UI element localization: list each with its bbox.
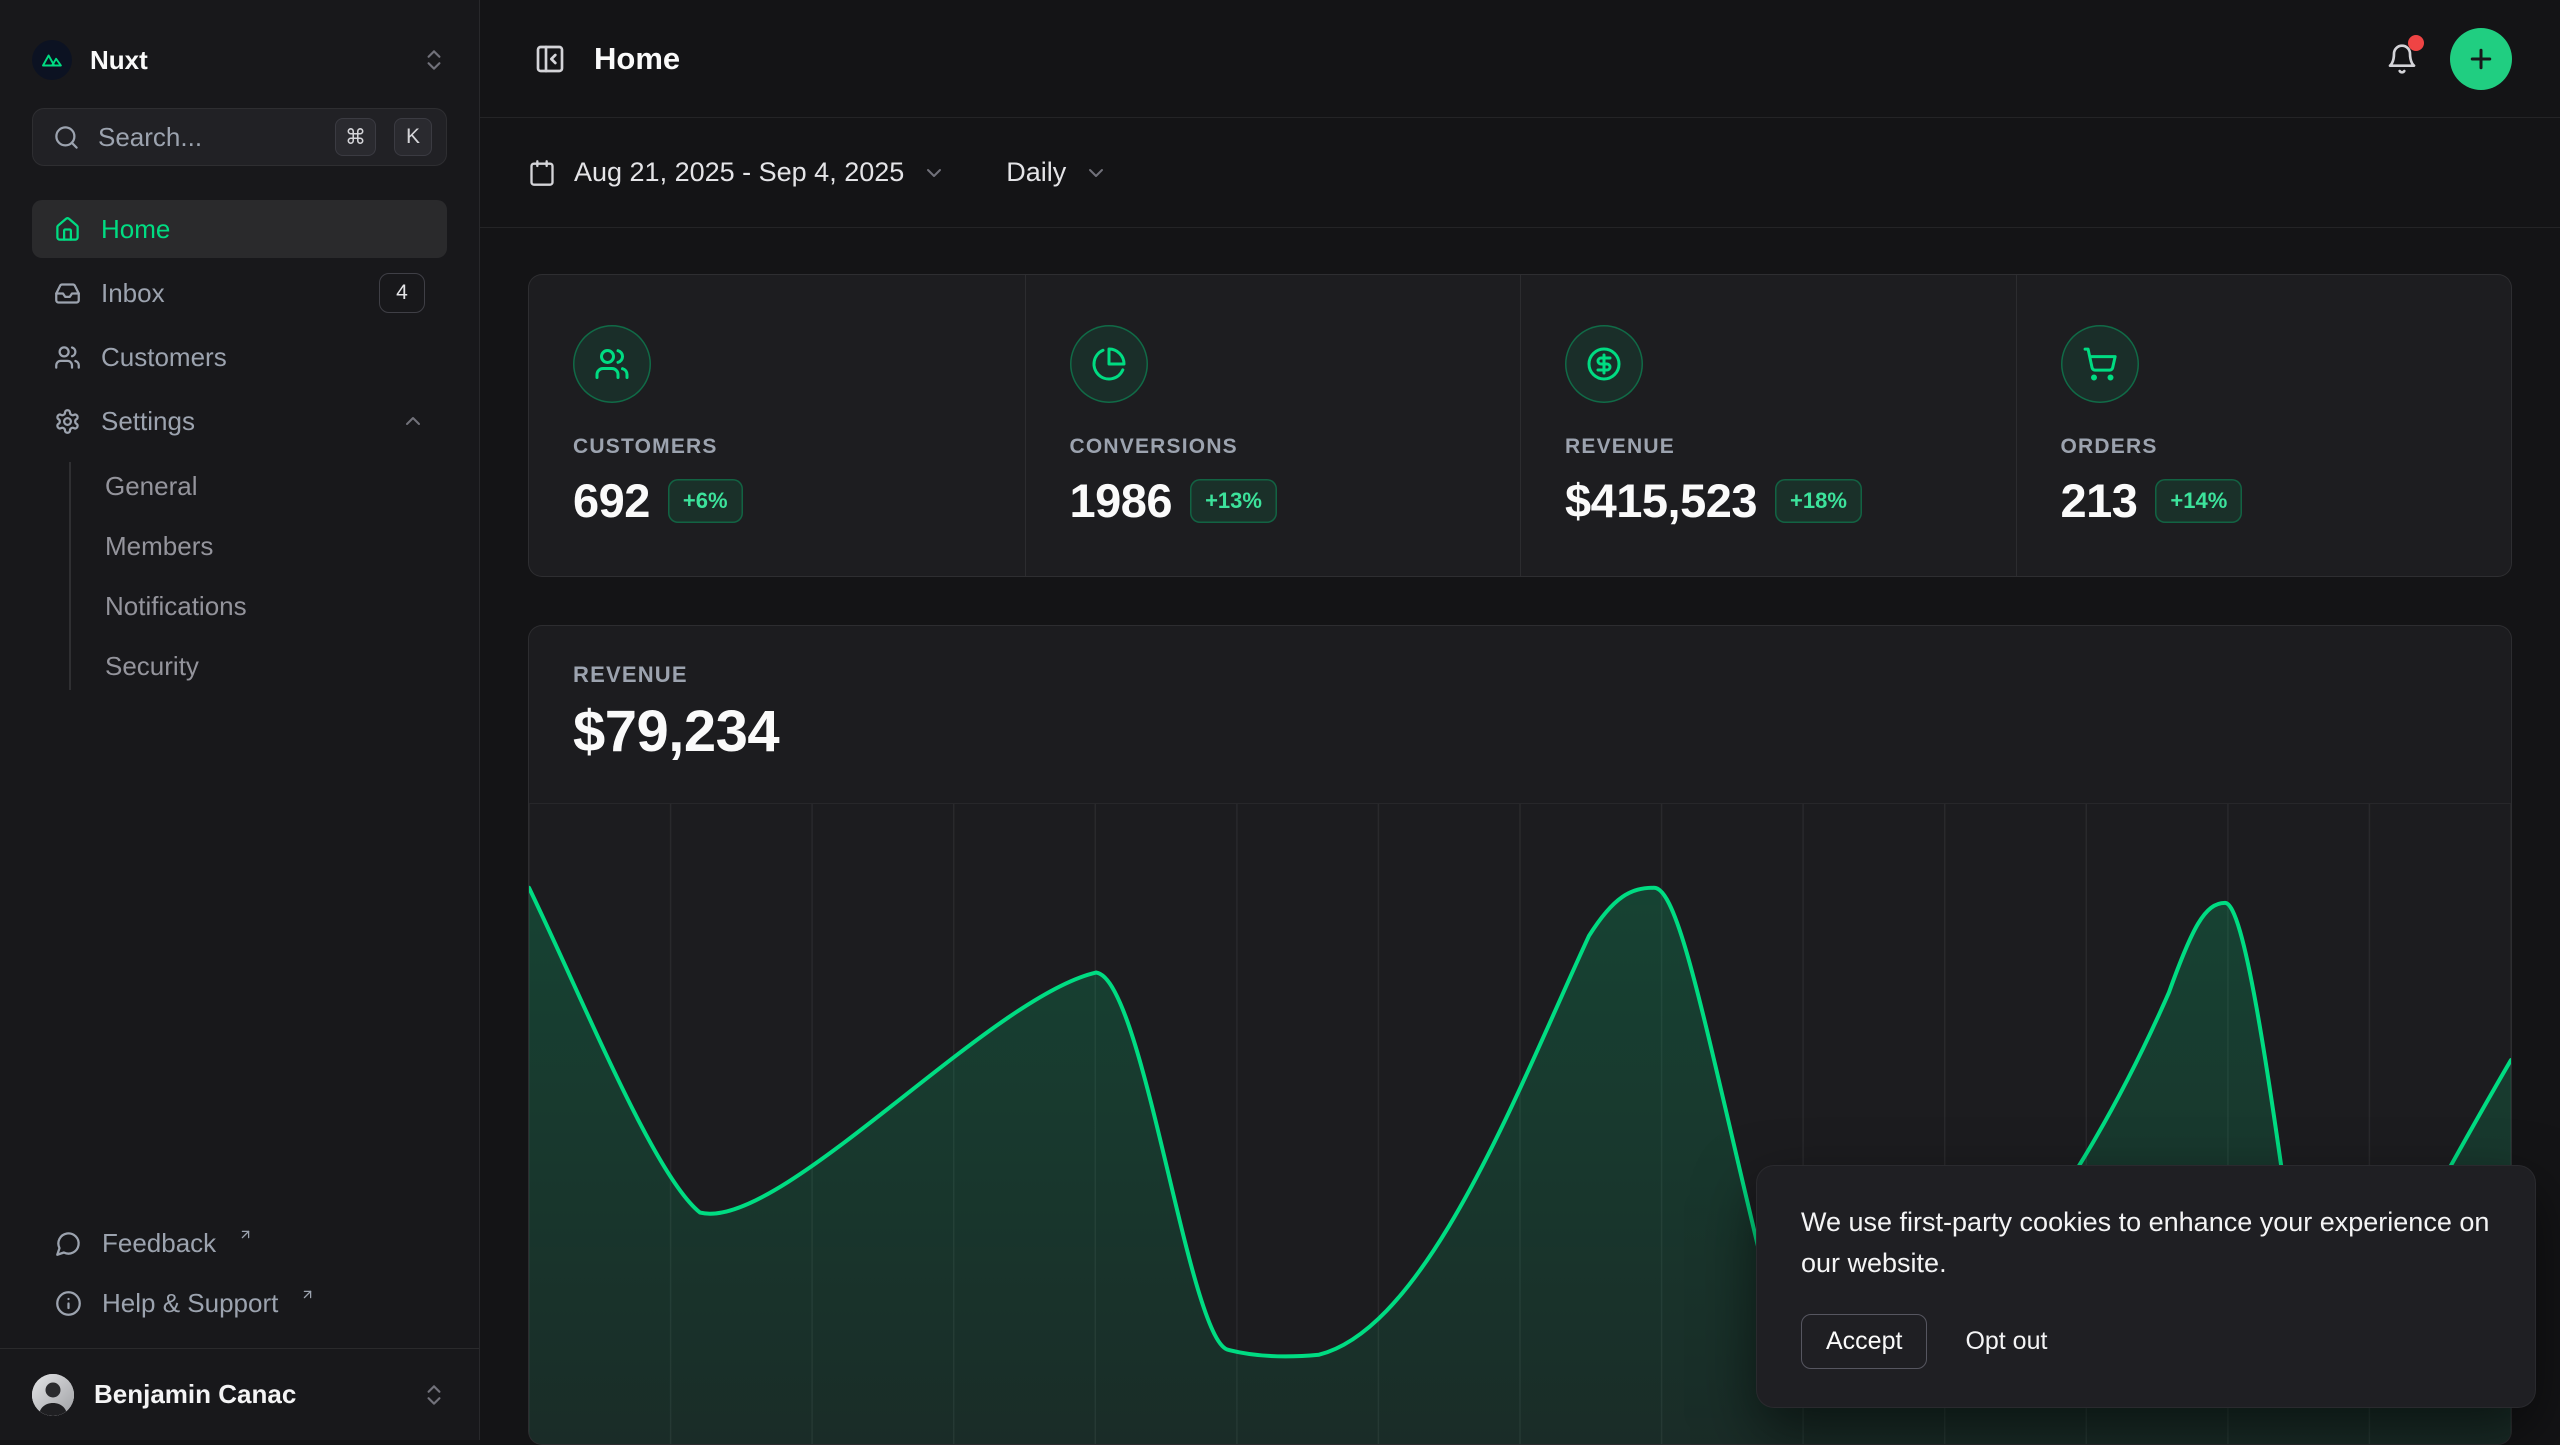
stat-label: CONVERSIONS <box>1070 435 1477 459</box>
sidebar-item-label: Inbox <box>101 278 165 309</box>
nuxt-logo-icon <box>32 40 72 80</box>
stat-label: CUSTOMERS <box>573 435 981 459</box>
date-range-picker[interactable]: Aug 21, 2025 - Sep 4, 2025 <box>528 157 946 188</box>
sidebar-item-label: Customers <box>101 342 227 373</box>
sidebar-item-customers[interactable]: Customers <box>32 328 447 386</box>
collapse-sidebar-button[interactable] <box>528 37 572 81</box>
shopping-cart-icon <box>2061 325 2139 403</box>
sidebar-item-settings[interactable]: Settings <box>32 392 447 450</box>
sidebar-subitem-notifications[interactable]: Notifications <box>32 576 447 636</box>
stat-orders[interactable]: ORDERS 213 +14% <box>2016 275 2512 576</box>
panel-left-close-icon <box>534 43 566 75</box>
stat-delta-badge: +18% <box>1775 479 1862 523</box>
cookie-optout-button[interactable]: Opt out <box>1965 1327 2047 1356</box>
user-menu[interactable]: Benjamin Canac <box>0 1348 479 1440</box>
revenue-chart-label: REVENUE <box>573 662 2467 688</box>
date-range-value: Aug 21, 2025 - Sep 4, 2025 <box>574 157 904 188</box>
help-support-label: Help & Support <box>102 1288 278 1319</box>
chevrons-up-down-icon <box>421 47 447 73</box>
arrow-up-right-icon <box>300 1287 315 1302</box>
sidebar-nav: Home Inbox 4 Customers Settings <box>32 200 447 696</box>
sidebar-footer-links: Feedback Help & Support <box>0 1216 479 1348</box>
chevron-down-icon <box>922 161 946 185</box>
sidebar-subitem-general[interactable]: General <box>32 456 447 516</box>
stat-value: 1986 <box>1070 473 1173 528</box>
search-input[interactable]: Search... ⌘ K <box>32 108 447 166</box>
pie-chart-icon <box>1070 325 1148 403</box>
feedback-link[interactable]: Feedback <box>32 1216 447 1270</box>
sidebar-item-inbox[interactable]: Inbox 4 <box>32 264 447 322</box>
chevron-up-icon <box>401 409 425 433</box>
sidebar-item-home[interactable]: Home <box>32 200 447 258</box>
cookie-message: We use first-party cookies to enhance yo… <box>1801 1202 2491 1284</box>
user-avatar <box>32 1374 74 1416</box>
chevrons-up-down-icon <box>421 1382 447 1408</box>
chevron-down-icon <box>1084 161 1108 185</box>
stats-cards: CUSTOMERS 692 +6% CONVERSIONS 1986 +13% <box>528 274 2512 577</box>
stat-conversions[interactable]: CONVERSIONS 1986 +13% <box>1025 275 1521 576</box>
stat-label: REVENUE <box>1565 435 1972 459</box>
settings-subnav: General Members Notifications Security <box>32 456 447 696</box>
granularity-select[interactable]: Daily <box>1006 157 1108 188</box>
feedback-label: Feedback <box>102 1228 216 1259</box>
home-icon <box>54 216 81 243</box>
stat-label: ORDERS <box>2061 435 2468 459</box>
search-icon <box>53 124 80 151</box>
notification-dot <box>2408 35 2424 51</box>
inbox-count-badge: 4 <box>379 273 425 313</box>
user-name: Benjamin Canac <box>94 1379 401 1410</box>
kbd-k: K <box>394 118 432 156</box>
kbd-cmd: ⌘ <box>335 118 376 156</box>
workspace-name: Nuxt <box>90 45 403 76</box>
arrow-up-right-icon <box>238 1227 253 1242</box>
stat-customers[interactable]: CUSTOMERS 692 +6% <box>529 275 1025 576</box>
sidebar: Nuxt Search... ⌘ K Home Inbox 4 <box>0 0 480 1440</box>
cookie-accept-button[interactable]: Accept <box>1801 1314 1927 1369</box>
page-header: Home <box>480 0 2560 118</box>
search-placeholder: Search... <box>98 122 317 153</box>
stat-value: $415,523 <box>1565 473 1757 528</box>
sidebar-item-label: Home <box>101 214 170 245</box>
granularity-value: Daily <box>1006 157 1066 188</box>
plus-icon <box>2466 44 2496 74</box>
info-circle-icon <box>55 1290 82 1317</box>
message-circle-icon <box>55 1230 82 1257</box>
revenue-chart-value: $79,234 <box>573 698 2467 765</box>
sidebar-item-label: Settings <box>101 406 195 437</box>
inbox-icon <box>54 280 81 307</box>
sidebar-subitem-security[interactable]: Security <box>32 636 447 696</box>
stat-delta-badge: +14% <box>2155 479 2242 523</box>
sidebar-subitem-members[interactable]: Members <box>32 516 447 576</box>
stat-value: 692 <box>573 473 650 528</box>
cookie-banner: We use first-party cookies to enhance yo… <box>1756 1165 2536 1408</box>
help-support-link[interactable]: Help & Support <box>32 1276 447 1330</box>
add-button[interactable] <box>2450 28 2512 90</box>
notifications-button[interactable] <box>2380 37 2424 81</box>
circle-dollar-icon <box>1565 325 1643 403</box>
users-icon <box>573 325 651 403</box>
page-title: Home <box>594 41 680 77</box>
stat-delta-badge: +13% <box>1190 479 1277 523</box>
stat-delta-badge: +6% <box>668 479 743 523</box>
stat-value: 213 <box>2061 473 2138 528</box>
stat-revenue[interactable]: REVENUE $415,523 +18% <box>1520 275 2016 576</box>
filters-toolbar: Aug 21, 2025 - Sep 4, 2025 Daily <box>480 118 2560 228</box>
workspace-selector[interactable]: Nuxt <box>32 40 447 80</box>
users-icon <box>54 344 81 371</box>
calendar-icon <box>528 159 556 187</box>
gear-icon <box>54 408 81 435</box>
